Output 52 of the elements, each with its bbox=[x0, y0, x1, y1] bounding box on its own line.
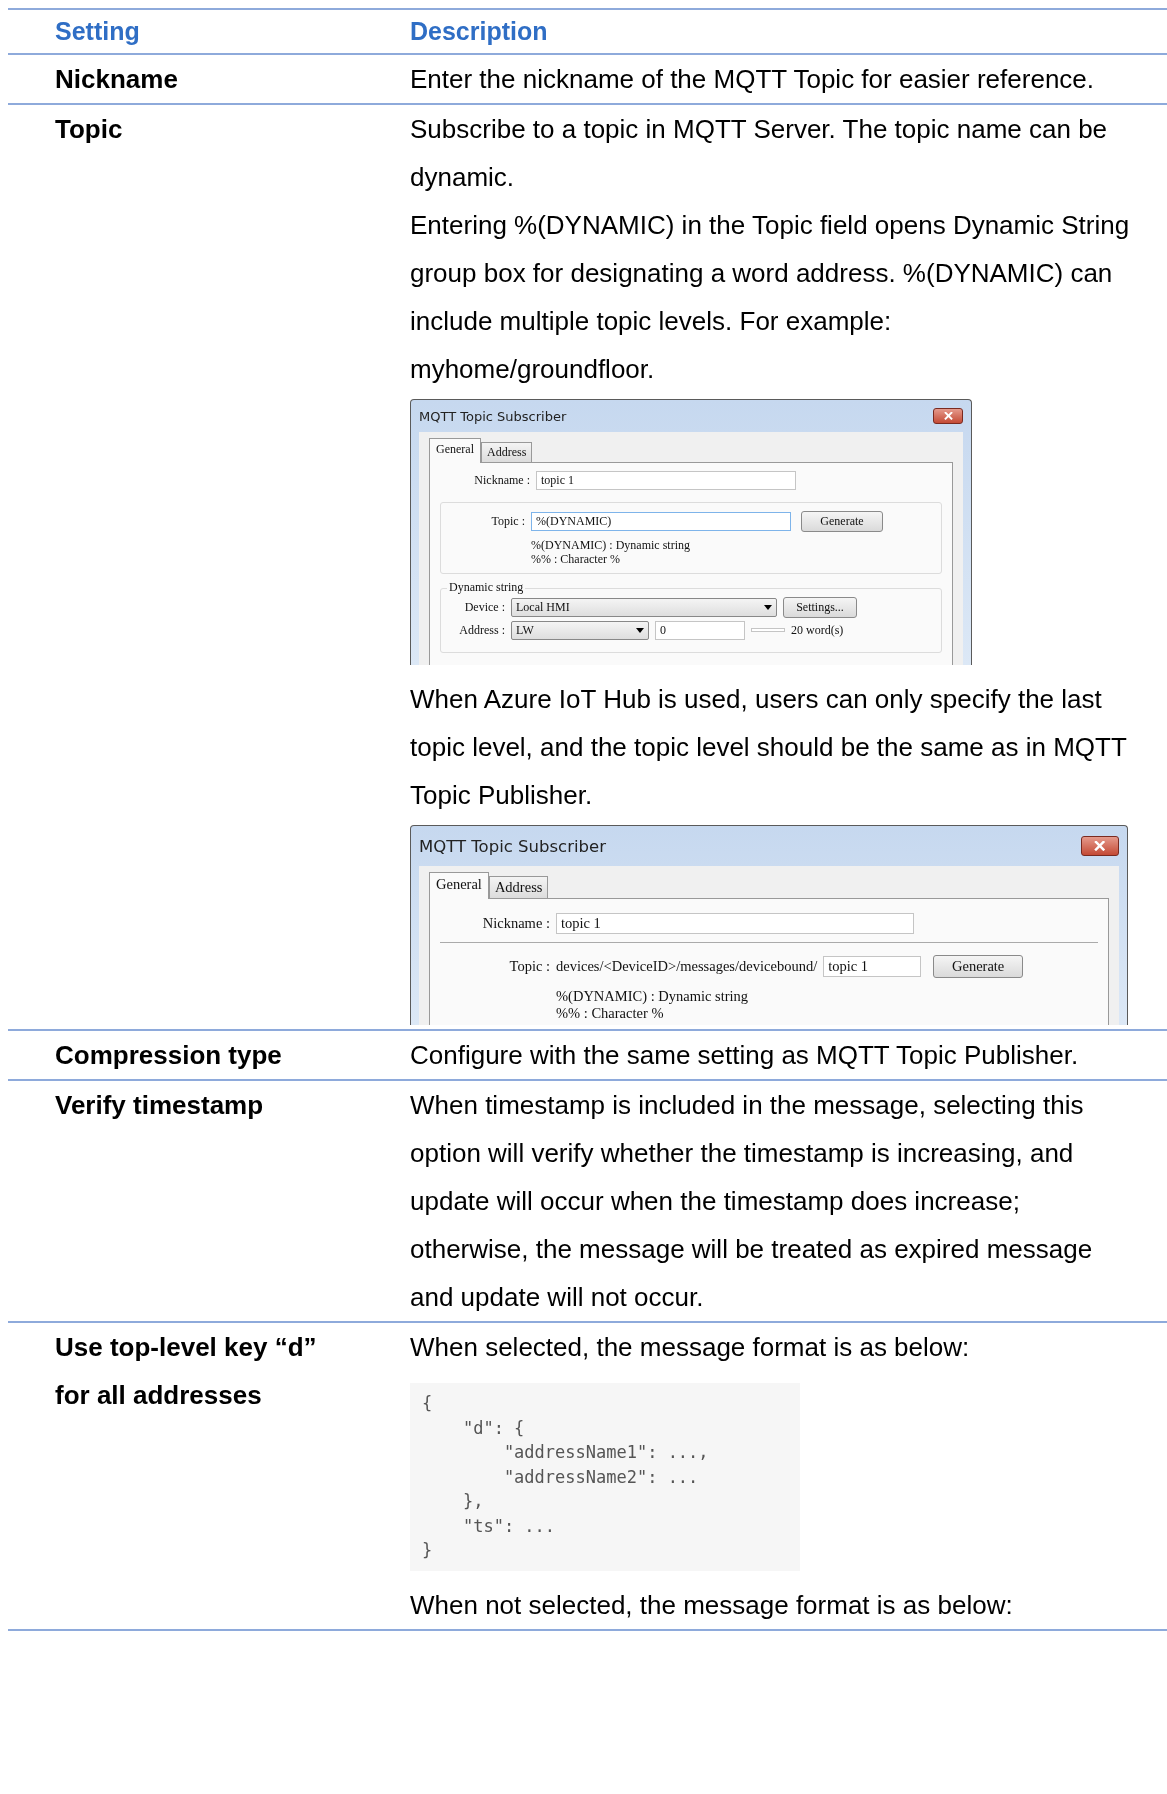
description-text: Entering %(DYNAMIC) in the Topic field opens Dynamic String group box for designating a word address. %(DYNAMIC) can include multiple topic levels. For example: myhome/groundfloor. bbox=[410, 209, 1131, 386]
hint-text: %(DYNAMIC) : Dynamic string bbox=[556, 988, 749, 1006]
dropdown-caret-icon bbox=[636, 627, 644, 633]
nickname-label: Nickname : bbox=[481, 915, 550, 932]
setting-name: Use top-level key “d” for all addresses bbox=[54, 1331, 318, 1412]
word-count-text: 20 word(s) bbox=[791, 623, 844, 638]
settings-button[interactable]: Settings... bbox=[783, 596, 857, 618]
topic-label: Topic : bbox=[508, 958, 550, 975]
description-text: When not selected, the message format is as below: bbox=[410, 1588, 1013, 1622]
dialog-tab[interactable]: General bbox=[429, 438, 481, 463]
address-type-dropdown[interactable]: LW bbox=[511, 620, 649, 640]
hint-text: %% : Character % bbox=[556, 1005, 665, 1023]
description-text: Subscribe to a topic in MQTT Server. The topic name can be dynamic. bbox=[410, 113, 1109, 194]
close-button[interactable] bbox=[933, 407, 963, 425]
address-label: Address : bbox=[458, 622, 505, 638]
address-extra-field[interactable] bbox=[751, 628, 785, 633]
nickname-label: Nickname : bbox=[473, 473, 530, 488]
description-text: When timestamp is included in the message, selecting this option will verify whether the timestamp is increasing, and update will occur when the timestamp does increase; otherwise, the message will be treated as expired message and update will not occur. bbox=[410, 1089, 1094, 1314]
dialog-tab[interactable]: Address bbox=[481, 442, 533, 463]
topic-field[interactable]: topic 1 bbox=[823, 956, 922, 977]
dropdown-caret-icon bbox=[764, 604, 772, 610]
setting-name: Compression type bbox=[54, 1039, 283, 1072]
dialog-title: MQTT Topic Subscriber bbox=[419, 836, 606, 856]
topic-field[interactable]: %(DYNAMIC) bbox=[531, 512, 791, 531]
address-field[interactable]: 0 bbox=[655, 620, 745, 640]
column-header: Description bbox=[410, 16, 549, 47]
code-block: { "d": { "addressName1": ..., "addressName2": ... }, "ts": ... } bbox=[410, 1383, 800, 1571]
hint-text: %% : Character % bbox=[531, 552, 621, 567]
group-title: Dynamic string bbox=[447, 580, 526, 596]
dialog-tab[interactable]: General bbox=[429, 872, 489, 899]
description-text: Enter the nickname of the MQTT Topic for easier reference. bbox=[410, 63, 1095, 96]
setting-name: Nickname bbox=[54, 63, 179, 96]
nickname-field[interactable]: topic 1 bbox=[556, 913, 914, 934]
device-label: Device : bbox=[463, 599, 505, 615]
description-text: Configure with the same setting as MQTT Topic Publisher. bbox=[410, 1039, 1079, 1072]
close-icon bbox=[1094, 841, 1106, 851]
nickname-field[interactable]: topic 1 bbox=[536, 471, 796, 490]
generate-button[interactable]: Generate bbox=[801, 511, 883, 532]
setting-name: Verify timestamp bbox=[54, 1089, 265, 1122]
hint-text: %(DYNAMIC) : Dynamic string bbox=[531, 538, 690, 553]
dialog-tab[interactable]: Address bbox=[488, 876, 549, 899]
close-icon bbox=[943, 412, 953, 420]
setting-name: Topic bbox=[54, 113, 124, 146]
description-text: When Azure IoT Hub is used, users can only specify the last topic level, and the topic level should be the same as in MQTT Topic Publisher. bbox=[410, 683, 1128, 812]
description-text: When selected, the message format is as below: bbox=[410, 1331, 970, 1364]
device-dropdown[interactable]: Local HMI bbox=[511, 597, 777, 617]
generate-button[interactable]: Generate bbox=[933, 955, 1024, 978]
close-button[interactable] bbox=[1081, 835, 1119, 857]
dialog-title: MQTT Topic Subscriber bbox=[419, 408, 567, 424]
column-header: Setting bbox=[54, 16, 141, 47]
topic-label: Topic : bbox=[490, 514, 525, 529]
topic-prefix: devices/<DeviceID>/messages/devicebound/ bbox=[556, 958, 818, 975]
